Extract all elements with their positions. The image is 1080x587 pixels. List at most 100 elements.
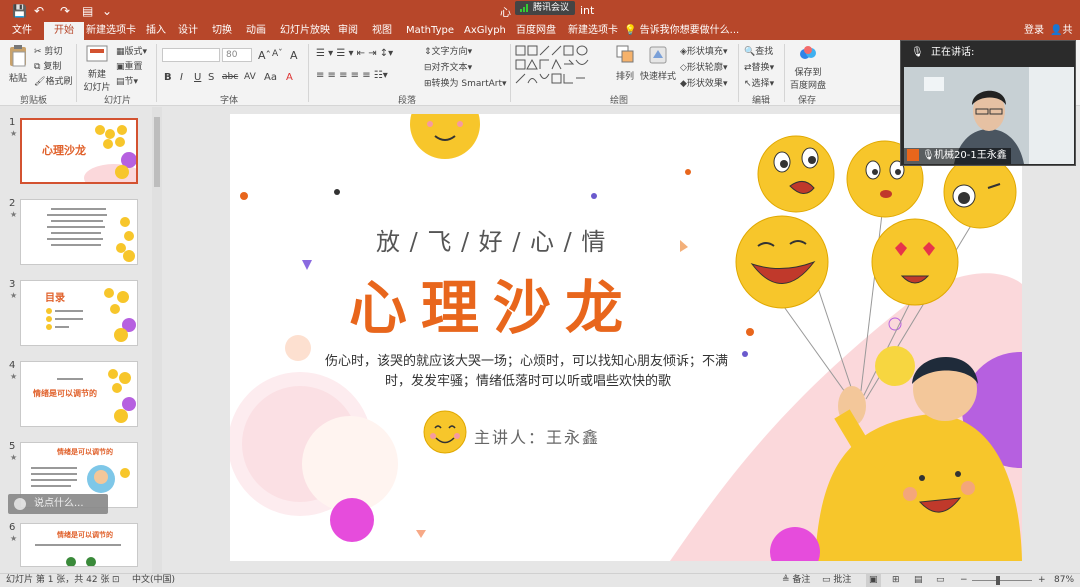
tab-transitions[interactable]: 切换 <box>208 22 236 40</box>
shape-effects-button[interactable]: ◆形状效果▾ <box>680 76 727 89</box>
format-painter-button[interactable]: 🖌格式刷 <box>34 74 72 87</box>
tab-file[interactable]: 文件 <box>8 22 36 40</box>
redo-icon[interactable]: ↷ <box>60 3 70 19</box>
slide-main[interactable]: 放 / 飞 / 好 / 心 / 情 心理沙龙 伤心时，该哭的就应该大哭一场；心烦… <box>230 114 1022 561</box>
shape-outline-button[interactable]: ◇形状轮廓▾ <box>680 60 727 73</box>
cut-button[interactable]: ✂ 剪切 <box>34 44 62 57</box>
shrink-font-label: A <box>272 49 279 59</box>
zoom-slider-handle[interactable] <box>996 576 1000 585</box>
shape-fill-button[interactable]: ◈形状填充▾ <box>680 44 727 57</box>
grow-font-button[interactable]: Aˆ <box>258 49 271 62</box>
doc-title-left: 心 <box>500 6 511 19</box>
tab-view[interactable]: 视图 <box>368 22 396 40</box>
brush-icon: 🖌 <box>34 77 46 87</box>
paste-button[interactable]: 粘贴 <box>4 44 32 84</box>
reading-view-button[interactable]: ▤ <box>914 574 923 587</box>
paragraph-group-label: 段落 <box>398 96 417 106</box>
bullets-button[interactable]: ☰ ▾ ☰ ▾ ⇤ ⇥ ↕▾ <box>316 48 393 59</box>
char-spacing-button[interactable]: AV <box>244 72 256 82</box>
thumbnail-slide-1[interactable]: 心理沙龙 <box>20 118 138 184</box>
slide-sorter-button[interactable]: ⊞ <box>892 574 900 587</box>
zoom-out-button[interactable]: − <box>960 574 968 587</box>
start-from-beginning-icon[interactable]: ▤ <box>82 3 93 19</box>
customize-qat-icon[interactable]: ⌄ <box>102 3 112 19</box>
clear-format-button[interactable]: A <box>290 49 298 62</box>
paste-icon <box>10 45 26 67</box>
meeting-video-window[interactable]: 🎙 正在讲话: 🎙 机械20-1王永鑫 <box>900 40 1076 166</box>
tab-review[interactable]: 审阅 <box>334 22 362 40</box>
zoom-slider-track[interactable] <box>972 580 1032 581</box>
smartart-button[interactable]: ⊞转换为 SmartArt▾ <box>424 76 507 89</box>
bullets-icon: ☰ ▾ ☰ ▾ ⇤ ⇥ ↕▾ <box>316 48 394 59</box>
layout-button[interactable]: ▦版式▾ <box>116 44 147 57</box>
tell-me-input[interactable]: 💡 告诉我你想要做什么... <box>624 22 739 40</box>
save-icon[interactable]: 💾 <box>12 3 27 19</box>
slides-group-label: 幻灯片 <box>104 96 132 106</box>
tab-axglyph[interactable]: AxGlyph <box>460 22 510 40</box>
replace-button[interactable]: ⇄替换▾ <box>744 60 774 73</box>
shapes-gallery[interactable] <box>514 44 610 88</box>
meeting-badge[interactable]: 腾讯会议 <box>515 1 576 15</box>
find-button[interactable]: 🔍查找 <box>744 44 773 57</box>
thumb-title: 目录 <box>45 293 65 304</box>
thumbnail-slide-6[interactable]: 情绪是可以调节的 <box>20 523 138 567</box>
chat-input-hint[interactable]: 说点什么... <box>8 494 108 514</box>
change-case-button[interactable]: Aa <box>264 72 277 83</box>
font-size-field[interactable]: 80 <box>222 48 252 62</box>
strikethrough-button[interactable]: abc <box>222 72 238 82</box>
tab-baidu[interactable]: 百度网盘 <box>512 22 560 40</box>
arrange-button[interactable]: 排列 <box>614 44 636 82</box>
tab-new-1[interactable]: 新建选项卡 <box>82 22 140 40</box>
new-slide-button[interactable]: 新建 幻灯片 <box>80 44 114 93</box>
tab-home[interactable]: 开始 <box>44 22 84 40</box>
tab-slideshow[interactable]: 幻灯片放映 <box>276 22 334 40</box>
section-button[interactable]: ▤节▾ <box>116 74 138 87</box>
zoom-in-button[interactable]: + <box>1038 574 1046 587</box>
separator <box>308 44 309 102</box>
arrange-icon <box>616 45 634 63</box>
tab-insert[interactable]: 插入 <box>142 22 170 40</box>
bold-button[interactable]: B <box>164 72 172 83</box>
thumbnail-slide-2[interactable] <box>20 199 138 265</box>
spellcheck-icon[interactable]: ⊡ <box>112 574 120 587</box>
copy-button[interactable]: ⧉ 复制 <box>34 59 61 72</box>
align-buttons[interactable]: ≡ ≡ ≡ ≡ ≡ ☷▾ <box>316 70 388 81</box>
thumbnail-slide-3[interactable]: 目录 <box>20 280 138 346</box>
save-to-baidu-button[interactable]: 保存到 百度网盘 <box>788 44 828 91</box>
tab-mathtype[interactable]: MathType <box>402 22 458 40</box>
normal-view-button[interactable]: ▣ <box>866 574 881 587</box>
align-icons: ≡ ≡ ≡ ≡ ≡ ☷▾ <box>316 70 388 81</box>
scroll-thumb[interactable] <box>154 117 160 187</box>
replace-icon: ⇄ <box>744 63 752 73</box>
share-button[interactable]: 👤共享 <box>1050 22 1080 54</box>
align-text-button[interactable]: ⊟对齐文本▾ <box>424 60 472 73</box>
italic-button[interactable]: I <box>180 72 183 83</box>
reset-label: 重置 <box>124 62 143 72</box>
comments-button[interactable]: ▭ 批注 <box>822 574 851 587</box>
quick-styles-button[interactable]: 快速样式 <box>640 44 676 82</box>
thumb-number: 3 <box>9 279 16 290</box>
shadow-button[interactable]: S <box>208 72 214 83</box>
font-name-field[interactable] <box>162 48 220 62</box>
animation-star-icon: ★ <box>10 291 18 300</box>
underline-button[interactable]: U <box>194 72 201 83</box>
clipboard-group-label: 剪贴板 <box>20 96 48 106</box>
reset-button[interactable]: ▣重置 <box>116 59 143 72</box>
zoom-level[interactable]: 87% <box>1054 574 1074 587</box>
thumbnail-slide-4[interactable]: 情绪是可以调节的 <box>20 361 138 427</box>
tab-design[interactable]: 设计 <box>174 22 202 40</box>
text-direction-button[interactable]: ⇕文字方向▾ <box>424 44 472 57</box>
thumbnails-scrollbar[interactable] <box>152 107 162 573</box>
language-indicator[interactable]: 中文(中国) <box>132 574 175 587</box>
copy-icon: ⧉ <box>34 62 41 72</box>
select-button[interactable]: ↖选择▾ <box>744 76 774 89</box>
tab-new-2[interactable]: 新建选项卡 <box>564 22 622 40</box>
undo-icon[interactable]: ↶ <box>34 3 44 19</box>
ribbon-tabs: 文件 开始 新建选项卡 插入 设计 切换 动画 幻灯片放映 审阅 视图 Math… <box>0 22 1080 54</box>
shrink-font-button[interactable]: Aˇ <box>272 49 283 59</box>
notes-button[interactable]: ≜ 备注 <box>782 574 810 587</box>
slideshow-button[interactable]: ▭ <box>936 574 945 587</box>
font-color-button[interactable]: A <box>286 72 293 83</box>
tab-animations[interactable]: 动画 <box>242 22 270 40</box>
login-button[interactable]: 登录 <box>1024 22 1044 40</box>
